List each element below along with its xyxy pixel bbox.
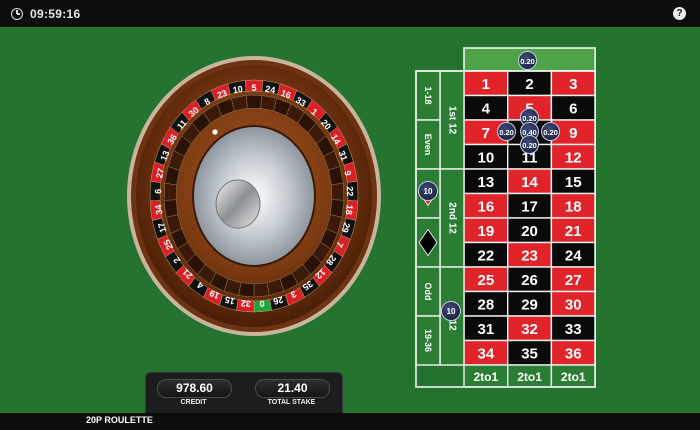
- wheel-number: 34: [153, 204, 164, 215]
- bet-number-label: 4: [482, 100, 491, 117]
- wheel-number: 22: [345, 186, 355, 196]
- chip-corner-left[interactable]: 0.20: [497, 122, 516, 141]
- bet-number-label: 18: [565, 198, 582, 215]
- game-title: 20P ROULETTE: [86, 415, 153, 425]
- bet-number-label: 34: [478, 345, 495, 362]
- bet-number-label: 30: [565, 296, 582, 313]
- chip-corner-bottom[interactable]: 0.20: [520, 135, 539, 154]
- bet-number-label: 9: [569, 125, 577, 142]
- wheel-slot: [331, 182, 345, 201]
- bet-number-label: 3: [569, 76, 577, 93]
- clock-icon: [11, 7, 23, 20]
- chip-third-dozen[interactable]: 10: [441, 301, 461, 321]
- wheel-number: 27: [154, 167, 166, 179]
- chip-red-bet[interactable]: 10: [418, 181, 438, 201]
- outside-label: Odd: [423, 283, 433, 301]
- bet-number-label: 1: [482, 76, 490, 93]
- bet-number-label: 31: [478, 321, 495, 338]
- bet-number-label: 19: [478, 223, 495, 240]
- wheel-graphic: 0321519421225173462713361130823 10 5 24 1633…: [127, 56, 381, 336]
- stake-panel: 978.60 CREDIT 21.40 TOTAL STAKE: [145, 372, 343, 418]
- outside-label: 19-36: [423, 329, 433, 352]
- bet-number-label: 35: [521, 345, 538, 362]
- credit-label: CREDIT: [180, 399, 207, 406]
- wheel-number: 0: [259, 298, 265, 308]
- bet-number-label: 20: [521, 223, 538, 240]
- wheel-hub: [215, 179, 261, 229]
- wheel-number: 24: [264, 84, 276, 96]
- bet-number-label: 16: [478, 198, 495, 215]
- wheel-slot: [163, 182, 177, 201]
- wheel-number: 6: [153, 189, 163, 194]
- bet-number-label: 2: [525, 76, 533, 93]
- bet-number-label: 36: [565, 345, 582, 362]
- dozen-label: 1st 12: [447, 106, 458, 135]
- wheel-slot: [330, 199, 345, 218]
- bet-number-label: 24: [565, 247, 582, 264]
- bet-number-label: 10: [478, 149, 495, 166]
- chip-zero[interactable]: 0.20: [518, 51, 537, 70]
- wheel-slot: [246, 95, 262, 109]
- bet-number-label: 28: [478, 296, 495, 313]
- total-stake-value: 21.40: [255, 379, 330, 398]
- column-label: 2to1: [474, 370, 499, 384]
- wheel-slot: [253, 282, 270, 298]
- clock-time: 09:59:16: [30, 6, 81, 21]
- bet-number-label: 22: [478, 247, 495, 264]
- top-bar: 09:59:16 ?: [0, 0, 700, 27]
- column-label: 2to1: [561, 370, 586, 384]
- bet-number-label: 33: [565, 321, 582, 338]
- roulette-wheel: 0 32 15 19 4 21 2 25 17 34 6 27 13 36 11 30 8 23 10 5 24 16 33…: [126, 54, 382, 337]
- bet-number-label: 12: [565, 149, 582, 166]
- chip-corner-right[interactable]: 0.20: [541, 122, 560, 141]
- wheel-number: 32: [240, 298, 251, 309]
- bet-number-label: 13: [478, 174, 495, 191]
- help-icon[interactable]: ?: [673, 7, 686, 20]
- bet-number-label: 29: [521, 296, 538, 313]
- bet-number-label: 32: [521, 321, 538, 338]
- wheel-slot: [238, 282, 255, 298]
- column-label: 2to1: [517, 370, 542, 384]
- bet-number-label: 6: [569, 100, 577, 117]
- bet-number-label: 26: [521, 272, 538, 289]
- outside-label: Even: [423, 134, 433, 156]
- bet-number-label: 17: [521, 198, 538, 215]
- bet-number-label: 23: [521, 247, 538, 264]
- wheel-slot: [163, 199, 178, 218]
- wheel-number: 18: [344, 204, 355, 215]
- wheel-number: 5: [251, 83, 256, 93]
- bet-number-label: 7: [482, 125, 490, 142]
- bet-number-label: 15: [565, 174, 582, 191]
- bet-number-label: 27: [565, 272, 582, 289]
- outside-label: 1-18: [423, 86, 433, 104]
- wheel-slot: [231, 95, 248, 112]
- bet-number-label: 14: [521, 174, 538, 191]
- bet-number-label: 25: [478, 272, 495, 289]
- dozen-label: 2nd 12: [447, 202, 458, 234]
- wheel-number: 10: [232, 84, 244, 96]
- total-stake-label: TOTAL STAKE: [267, 399, 316, 406]
- bet-number-label: 21: [565, 223, 582, 240]
- credit-value: 978.60: [157, 379, 232, 398]
- roulette-ball: [212, 129, 218, 135]
